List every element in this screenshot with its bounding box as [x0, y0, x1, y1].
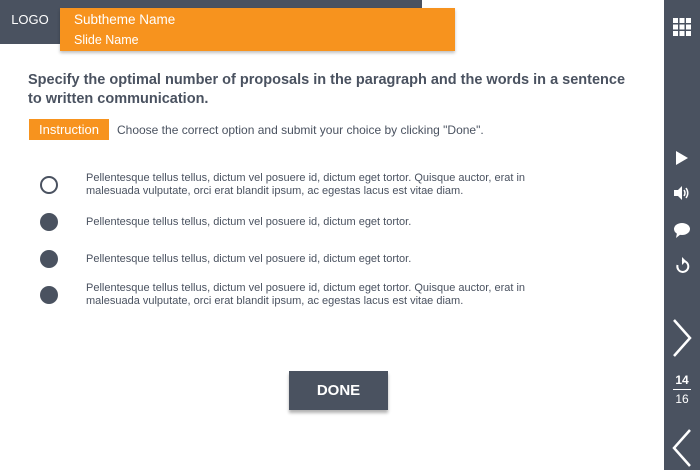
- option-3[interactable]: Pellentesque tellus tellus, dictum vel p…: [40, 250, 546, 268]
- grid-menu-icon[interactable]: [664, 16, 700, 38]
- logo: LOGO: [0, 0, 60, 44]
- chevron-left-icon[interactable]: [664, 426, 700, 470]
- theme-banner: Subtheme Name Slide Name: [60, 8, 455, 51]
- option-1[interactable]: Pellentesque tellus tellus, dictum vel p…: [40, 172, 546, 198]
- play-icon[interactable]: [664, 148, 700, 168]
- radio-button[interactable]: [40, 176, 58, 194]
- done-button[interactable]: DONE: [289, 371, 388, 410]
- option-4[interactable]: Pellentesque tellus tellus, dictum vel p…: [40, 282, 546, 308]
- instruction-text: Choose the correct option and submit you…: [116, 122, 484, 137]
- radio-button[interactable]: [40, 213, 58, 231]
- option-text: Pellentesque tellus tellus, dictum vel p…: [86, 215, 412, 228]
- comment-icon[interactable]: [664, 219, 700, 241]
- option-text: Pellentesque tellus tellus, dictum vel p…: [86, 172, 526, 197]
- instruction-badge: Instruction: [29, 119, 109, 140]
- chevron-right-icon[interactable]: [664, 316, 700, 360]
- total-pages: 16: [675, 392, 689, 406]
- page-divider: [673, 389, 691, 390]
- current-page: 14: [675, 373, 689, 387]
- radio-button[interactable]: [40, 250, 58, 268]
- sidebar: 14 16: [664, 0, 700, 470]
- logo-text: LOGO: [11, 12, 49, 27]
- option-text: Pellentesque tellus tellus, dictum vel p…: [86, 282, 526, 307]
- subtheme-name: Subtheme Name: [74, 12, 176, 27]
- page-counter: 14 16: [664, 373, 700, 406]
- radio-button[interactable]: [40, 286, 58, 304]
- volume-icon[interactable]: [664, 183, 700, 203]
- option-text: Pellentesque tellus tellus, dictum vel p…: [86, 252, 412, 265]
- option-2[interactable]: Pellentesque tellus tellus, dictum vel p…: [40, 213, 546, 231]
- question-text: Specify the optimal number of proposals …: [28, 72, 626, 107]
- replay-icon[interactable]: [664, 255, 700, 277]
- slide-name: Slide Name: [74, 33, 139, 47]
- instruction-row: Instruction Choose the correct option an…: [29, 119, 484, 140]
